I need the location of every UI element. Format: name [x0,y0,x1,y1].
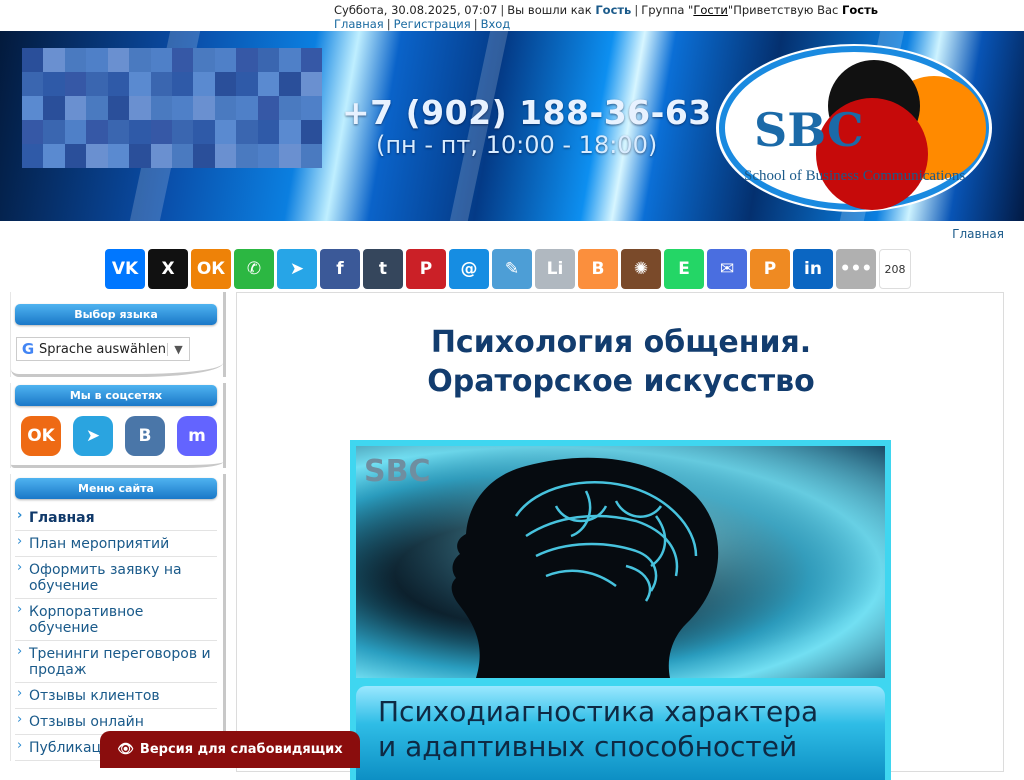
share-evernote-button[interactable]: E [664,249,704,289]
accessibility-version-button[interactable]: 👁 Версия для слабовидящих [100,731,360,768]
share-linkedin-button[interactable]: in [793,249,833,289]
share-telegram-button[interactable]: ➤ [277,249,317,289]
social-links: OK ➤ Bm [11,406,223,462]
share-pocket-button[interactable]: P [750,249,790,289]
top-info-bar: Суббота, 30.08.2025, 07:07 | Вы вошли как … [334,3,878,31]
google-icon: G [21,340,35,358]
header-phone[interactable]: +7 (902) 188-36-63 [342,93,712,132]
share-vk-button[interactable]: VK [105,249,145,289]
menu-box-title: Меню сайта [15,478,217,499]
more-icon: ••• [839,259,873,279]
share-livejournal-button[interactable]: ✎ [492,249,532,289]
chevron-down-icon: ▼ [167,342,189,356]
ok-icon: ОК [196,259,226,279]
breadcrumb-home[interactable]: Главная [952,227,1004,241]
share-mailru-button[interactable]: @ [449,249,489,289]
menu-item[interactable]: Корпоративное обучение [15,599,217,641]
share-ok-button[interactable]: ОК [191,249,231,289]
linkedin-icon: in [804,259,822,279]
header-hours: (пн - пт, 10:00 - 18:00) [376,131,658,159]
tumblr-icon: t [378,259,388,279]
share-facebook-button[interactable]: f [320,249,360,289]
blogger-icon: B [591,259,605,279]
main-content: Психология общения. Ораторское искусство [236,292,1005,780]
link-login[interactable]: Вход [481,17,511,31]
menu-item[interactable]: Главная [15,505,217,531]
greeting-user: Гость [842,3,879,17]
menu-item[interactable]: План мероприятий [15,531,217,557]
share-whatsapp-button[interactable]: ✆ [234,249,274,289]
share-more-button[interactable]: ••• [836,249,876,289]
share-bar: VK X ОК ✆ ➤ f t P @ ✎ Li B ✺ E ✉ Pin ••• 208 [105,249,911,289]
livejournal-icon: ✎ [504,259,520,279]
share-tumblr-button[interactable]: t [363,249,403,289]
whatsapp-icon: ✆ [246,259,262,279]
group-name: Гости [693,3,728,17]
menu-item[interactable]: Оформить заявку на обучение [15,557,217,599]
menu-box: Меню сайта ГлавнаяПлан мероприятийОформи… [10,474,226,761]
greeting: "Приветствую Вас [727,3,839,17]
hero-caption-line-2: и адаптивных способностей [378,730,798,763]
menu-item[interactable]: Отзывы клиентов [15,683,217,709]
site-menu: ГлавнаяПлан мероприятийОформить заявку н… [11,499,223,761]
menu-item[interactable]: Тренинги переговоров и продаж [15,641,217,683]
share-blogger-button[interactable]: B [578,249,618,289]
translate-label: Sprache auswählen [39,341,166,357]
site-logo-pixelated[interactable] [22,48,322,168]
social-box-title: Мы в соцсетях [15,385,217,406]
telegram-icon: ➤ [289,259,305,279]
page-title-line-2: Ораторское искусство [427,364,815,399]
share-email-button[interactable]: ✉ [707,249,747,289]
accessibility-label: Версия для слабовидящих [139,742,343,757]
breadcrumb: Главная [952,227,1004,241]
logo-text: SBC [754,103,864,157]
current-date: Суббота, 30.08.2025, 07:07 [334,3,498,17]
email-icon: ✉ [719,259,735,279]
share-pinterest-button[interactable]: P [406,249,446,289]
social-telegram-icon[interactable]: ➤ [73,416,113,456]
group-prefix: Группа " [641,3,694,17]
session-info: Суббота, 30.08.2025, 07:07 | Вы вошли как … [334,3,879,17]
mailru-icon: @ [460,259,478,279]
surfingbird-icon: ✺ [633,259,649,279]
pinterest-icon: P [419,259,433,279]
page-title-line-1: Психология общения. [430,325,812,360]
x-icon: X [161,259,175,279]
head-silhouette-icon [356,446,885,678]
language-box: Выбор языка G Sprache auswählen ▼ [10,292,226,377]
social-vk-icon[interactable]: B [125,416,165,456]
evernote-icon: E [678,259,690,279]
pocket-icon: P [763,259,777,279]
header-banner: +7 (902) 188-36-63 (пн - пт, 10:00 - 18:… [0,31,1024,221]
sidebar: Выбор языка G Sprache auswählen ▼ Мы в с… [10,292,226,761]
share-count: 208 [879,249,911,289]
user-name: Гость [595,3,632,17]
share-liveinternet-button[interactable]: Li [535,249,575,289]
hero-badge: SBC [364,454,431,489]
social-mastodon-icon[interactable]: m [177,416,217,456]
eye-icon: 👁 [117,742,134,757]
social-ok-icon[interactable]: OK [21,416,61,456]
share-x-button[interactable]: X [148,249,188,289]
link-register[interactable]: Регистрация [394,17,471,31]
hero-caption-line-1: Психодиагностика характера [378,695,819,728]
share-surfingbird-button[interactable]: ✺ [621,249,661,289]
hero-image: SBC Психодиагностика характера и адаптив… [350,440,891,780]
language-box-title: Выбор языка [15,304,217,325]
google-translate-select[interactable]: G Sprache auswählen ▼ [16,337,190,361]
link-home[interactable]: Главная [334,17,384,31]
brain-head-image: SBC [356,446,885,678]
logo-subtext: School of Business Communications [744,168,965,184]
liveinternet-icon: Li [546,259,564,279]
page-title: Психология общения. Ораторское искусство [237,323,1005,401]
hero-caption: Психодиагностика характера и адаптивных … [356,686,885,780]
sbc-logo[interactable]: SBC School of Business Communications [714,42,994,214]
logged-as-label: Вы вошли как [507,3,592,17]
social-box: Мы в соцсетях OK ➤ Bm [10,383,226,468]
vk-icon: VK [111,259,139,279]
facebook-icon: f [336,259,344,279]
auth-links: Главная | Регистрация | Вход [334,17,511,31]
